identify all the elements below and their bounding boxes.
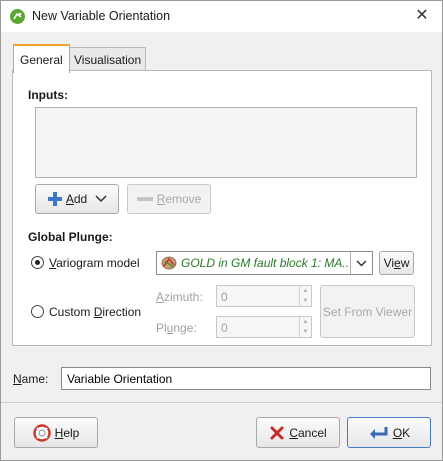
plus-icon <box>47 192 62 206</box>
close-icon[interactable]: ✕ <box>412 6 432 26</box>
set-from-viewer-label: Set From Viewer <box>322 304 413 319</box>
help-button[interactable]: Help <box>14 417 98 448</box>
title-bar: New Variable Orientation ✕ <box>1 1 442 32</box>
variogram-dropdown-toggle[interactable] <box>350 252 372 274</box>
plunge-spin-arrows[interactable]: ▲ ▼ <box>299 317 311 337</box>
variogram-model-value: GOLD in GM fault block 1: MA... <box>181 256 349 270</box>
azimuth-stepper[interactable]: 0 ▲ ▼ <box>216 285 312 307</box>
cancel-button[interactable]: Cancel <box>256 417 340 448</box>
plunge-value: 0 <box>221 321 228 335</box>
variogram-model-label: Variogram model <box>49 256 140 270</box>
help-button-label: Help <box>54 425 80 440</box>
general-tab-panel: Inputs: Add Remove Global Plunge: Variog… <box>12 70 432 346</box>
inputs-list[interactable] <box>35 107 417 178</box>
variogram-icon <box>161 256 177 270</box>
dialog-window: New Variable Orientation ✕ General Visua… <box>0 0 443 461</box>
cancel-x-icon <box>270 426 284 439</box>
view-button[interactable]: View <box>379 251 414 275</box>
name-field[interactable] <box>61 367 431 390</box>
custom-direction-radio[interactable] <box>31 305 44 318</box>
plunge-label: Plunge: <box>156 321 197 335</box>
add-button[interactable]: Add <box>35 184 119 214</box>
tab-general-label: General <box>20 52 63 67</box>
chevron-down-icon <box>95 195 107 203</box>
remove-button-label: Remove <box>156 192 202 206</box>
name-label: Name: <box>13 372 49 386</box>
azimuth-label: Azimuth: <box>156 290 203 304</box>
chevron-down-icon <box>356 259 367 267</box>
footer-separator <box>1 402 442 403</box>
azimuth-value: 0 <box>221 290 228 304</box>
global-plunge-label: Global Plunge: <box>28 230 113 244</box>
tab-visualisation-label: Visualisation <box>74 52 142 67</box>
plunge-stepper[interactable]: 0 ▲ ▼ <box>216 316 312 338</box>
custom-direction-label: Custom Direction <box>49 305 142 319</box>
variogram-model-select[interactable]: GOLD in GM fault block 1: MA... <box>156 251 373 275</box>
tab-general[interactable]: General <box>13 44 70 73</box>
azimuth-spin-arrows[interactable]: ▲ ▼ <box>299 286 311 306</box>
cancel-button-label: Cancel <box>289 425 327 440</box>
app-logo-icon <box>10 9 25 24</box>
window-title: New Variable Orientation <box>32 9 171 23</box>
minus-icon <box>136 197 153 201</box>
lifebuoy-help-icon <box>32 423 51 442</box>
view-button-label: View <box>383 256 410 270</box>
ok-button[interactable]: OK <box>347 417 431 448</box>
inputs-label: Inputs: <box>28 88 68 102</box>
enter-arrow-icon <box>369 426 388 439</box>
ok-button-label: OK <box>392 425 411 440</box>
remove-button[interactable]: Remove <box>127 184 211 214</box>
tab-visualisation[interactable]: Visualisation <box>67 47 146 71</box>
variogram-model-radio[interactable] <box>31 256 44 269</box>
set-from-viewer-button[interactable]: Set From Viewer <box>320 285 415 338</box>
add-button-label: Add <box>65 192 88 206</box>
